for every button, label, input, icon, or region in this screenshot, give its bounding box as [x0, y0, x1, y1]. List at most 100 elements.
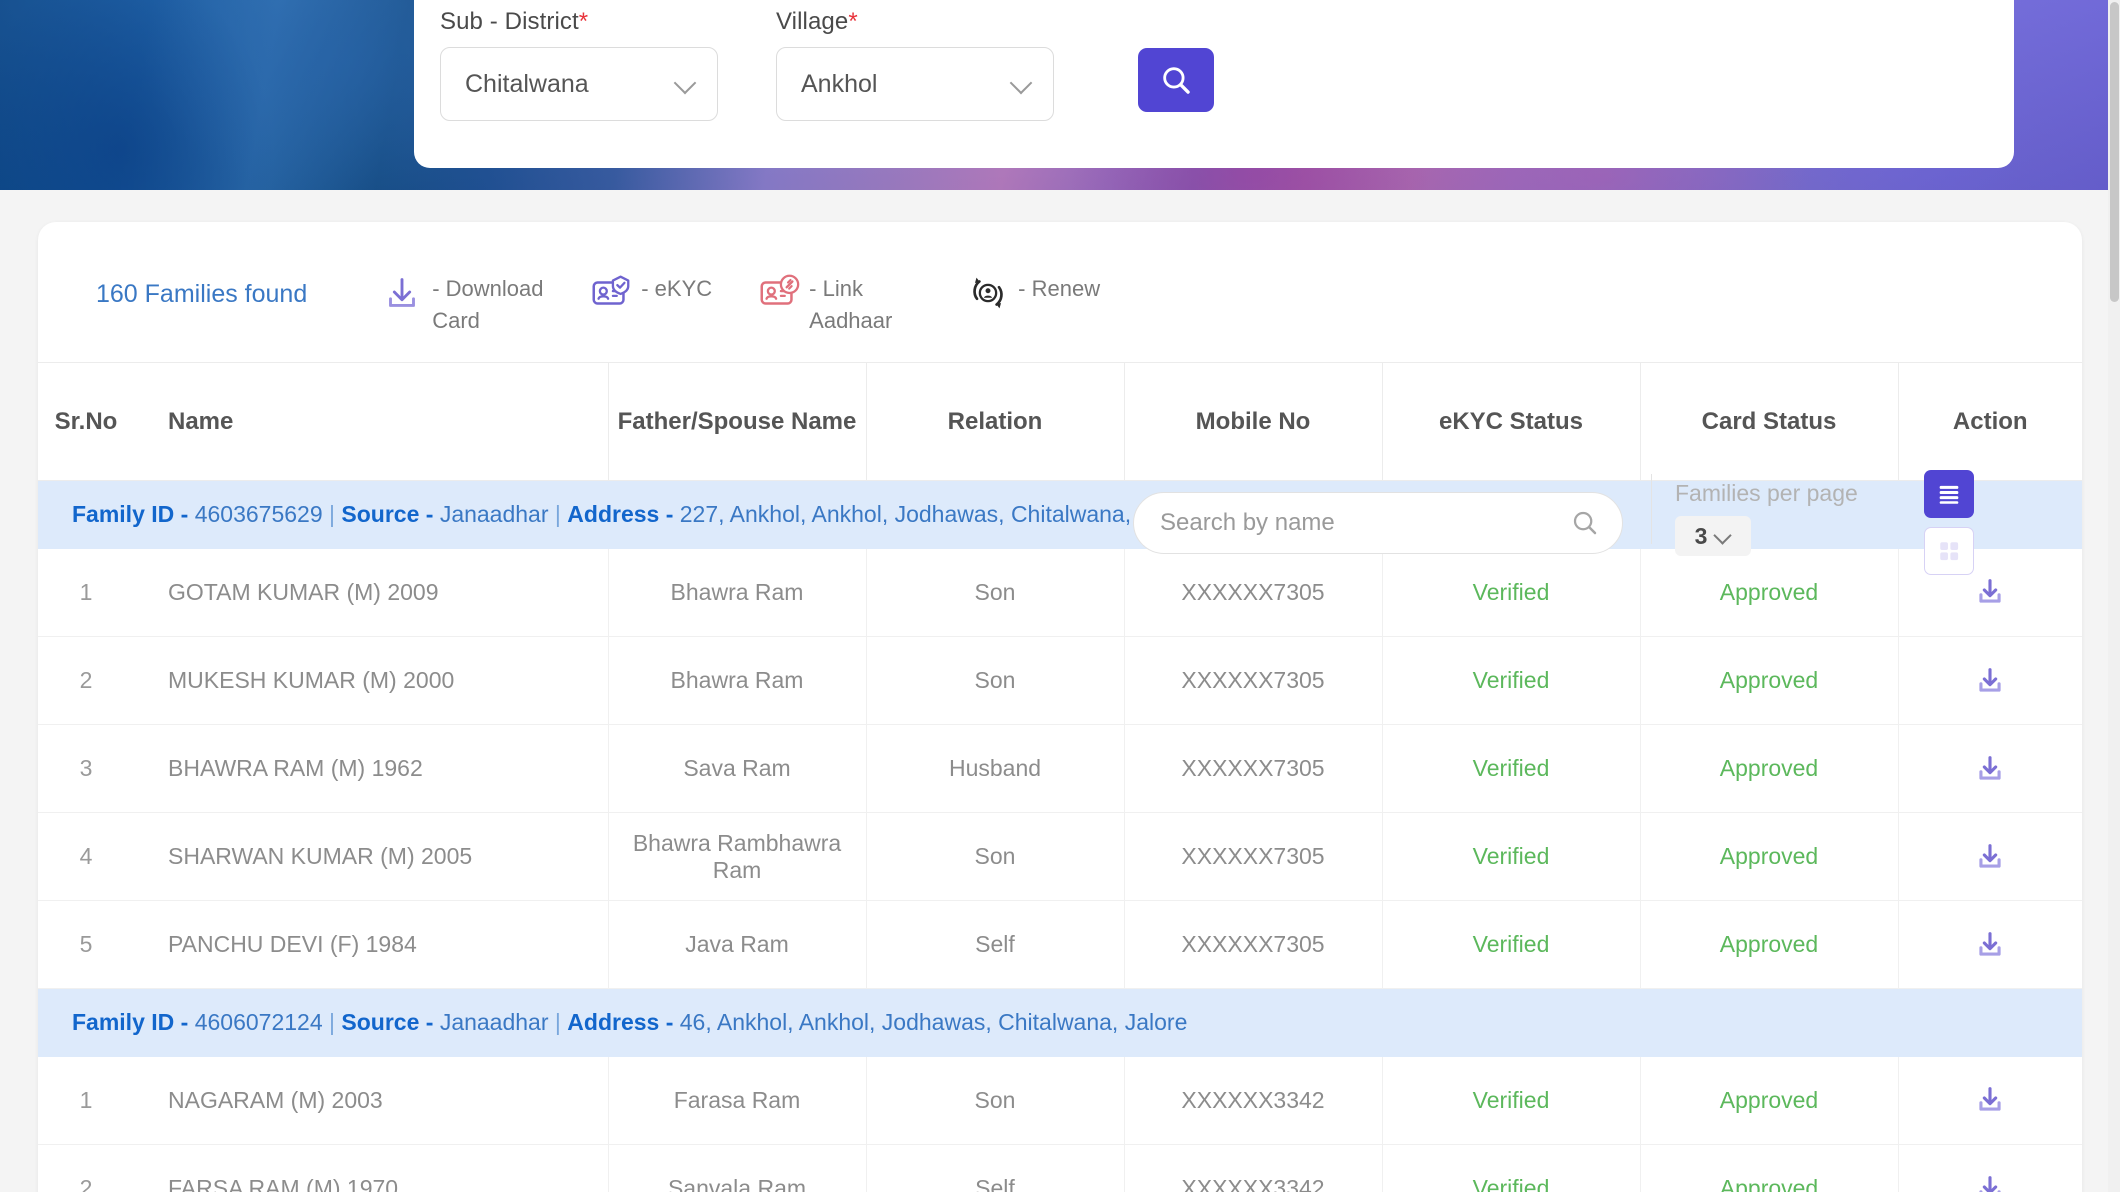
cell-srno: 1 — [38, 1056, 134, 1145]
action-legend: - Download Card - eKYC - Link Aadhaar - … — [379, 270, 1100, 337]
address-value: 227, Ankhol, Ankhol, Jodhawas, Chitalwan… — [679, 501, 1201, 528]
status-badge-card: Approved — [1719, 843, 1819, 869]
sub-district-selected-value: Chitalwana — [465, 69, 589, 98]
status-badge-ekyc: Verified — [1472, 578, 1550, 605]
cell-relation: Son — [866, 1056, 1125, 1145]
table-row: 2 MUKESH KUMAR (M) 2000 Bhawra Ram Son XXXXX… — [38, 636, 2083, 725]
cell-srno: 5 — [38, 900, 134, 989]
search-by-name-box[interactable] — [1133, 492, 1623, 554]
cell-father-spouse-name: Java Ram — [608, 900, 867, 989]
address-label: Address - — [567, 501, 674, 528]
cell-ekyc-status: Verified — [1382, 724, 1641, 813]
cell-name: PANCHU DEVI (F) 1984 — [134, 900, 609, 989]
families-per-page-select[interactable]: 3 — [1675, 516, 1751, 556]
sub-district-field-group: Sub - District* Chitalwana — [440, 8, 718, 121]
cell-father-spouse-name: Farasa Ram — [608, 1056, 867, 1145]
sub-district-required-asterisk: * — [578, 8, 589, 35]
source-value: Janaadhar — [439, 501, 549, 528]
download-card-button[interactable] — [1899, 1083, 2083, 1117]
cell-mobile-no: XXXXXX3342 — [1124, 1056, 1383, 1145]
cell-card-status: Approved — [1640, 1056, 1899, 1145]
download-icon — [1979, 667, 2001, 692]
village-select[interactable]: Ankhol — [776, 47, 1054, 121]
page-scrollbar-track[interactable] — [2108, 0, 2120, 1192]
download-card-button[interactable] — [1899, 840, 2083, 874]
cell-action — [1898, 636, 2083, 725]
cell-father-spouse-name: Bhawra Ram — [608, 548, 867, 637]
status-badge-ekyc: Verified — [1472, 667, 1550, 693]
families-per-page-label: Families per page — [1675, 480, 1858, 506]
cell-relation: Self — [866, 1144, 1125, 1192]
grid-view-toggle[interactable] — [1924, 527, 1974, 575]
list-view-toggle[interactable] — [1924, 470, 1974, 518]
download-card-button[interactable] — [1899, 1172, 2083, 1192]
cell-card-status: Approved — [1640, 724, 1899, 813]
page-scrollbar-thumb[interactable] — [2110, 2, 2119, 302]
column-header-name: Name — [134, 362, 609, 481]
column-header-srno: Sr.No — [38, 362, 134, 481]
sub-district-select[interactable]: Chitalwana — [440, 47, 718, 121]
cell-mobile-no: XXXXXX7305 — [1124, 812, 1383, 901]
status-badge-ekyc: Verified — [1472, 931, 1550, 957]
family-header-cell: Family ID - 4606072124 | Source - Janaad… — [38, 988, 2082, 1057]
link-aadhaar-icon — [760, 274, 800, 305]
cell-father-spouse-name: Sava Ram — [608, 724, 867, 813]
cell-mobile-no: XXXXXX7305 — [1124, 636, 1383, 725]
list-view-icon — [1939, 485, 1959, 504]
legend-ekyc-label: - eKYC — [641, 276, 713, 301]
download-icon — [1979, 579, 2001, 603]
search-icon — [1163, 67, 1190, 94]
cell-father-spouse-name: Sanvala Ram — [608, 1144, 867, 1192]
cell-name: MUKESH KUMAR (M) 2000 — [134, 636, 609, 725]
legend-link-aadhaar-label: - Link Aadhaar — [809, 276, 893, 333]
column-header-father-spouse-name: Father/Spouse Name — [608, 362, 867, 481]
status-badge-card: Approved — [1719, 1175, 1819, 1192]
address-label: Address - — [567, 1009, 674, 1036]
download-icon — [1979, 931, 2001, 956]
cell-card-status: Approved — [1640, 1144, 1899, 1192]
cell-mobile-no: XXXXXX7305 — [1124, 900, 1383, 989]
cell-action — [1898, 724, 2083, 813]
cell-mobile-no: XXXXXX7305 — [1124, 724, 1383, 813]
renew-icon — [973, 277, 1003, 309]
cell-name: NAGARAM (M) 2003 — [134, 1056, 609, 1145]
cell-srno: 2 — [38, 636, 134, 725]
cell-name: GOTAM KUMAR (M) 2009 — [134, 548, 609, 637]
download-icon — [1979, 843, 2001, 868]
families-per-page-value: 3 — [1694, 522, 1708, 549]
download-card-icon — [389, 278, 416, 307]
view-mode-toggles — [1924, 470, 1974, 575]
search-submit-button[interactable] — [1138, 48, 1214, 112]
family-id-label: Family ID - — [72, 1009, 189, 1036]
chevron-down-icon — [1011, 73, 1033, 95]
legend-download-card: - Download Card — [379, 270, 544, 337]
legend-ekyc: - eKYC — [588, 270, 712, 316]
cell-name: FARSA RAM (M) 1970 — [134, 1144, 609, 1192]
cell-ekyc-status: Verified — [1382, 636, 1641, 725]
cell-father-spouse-name: Bhawra Rambhawra Ram — [608, 812, 867, 901]
table-row: 1 GOTAM KUMAR (M) 2009 Bhawra Ram Son XXXXXX… — [38, 548, 2083, 637]
cell-name: SHARWAN KUMAR (M) 2005 — [134, 812, 609, 901]
page-root: Sub - District* Chitalwana Village* Ankh… — [0, 0, 2120, 1192]
cell-relation: Husband — [866, 724, 1125, 813]
column-header-card-status: Card Status — [1640, 362, 1899, 481]
status-badge-card: Approved — [1719, 578, 1819, 605]
search-by-name-wrap — [1133, 492, 1623, 554]
families-result-card: 160 Families found - Download Card - eKY… — [38, 222, 2082, 1192]
ekyc-card-icon — [592, 275, 630, 305]
status-badge-card: Approved — [1719, 755, 1819, 781]
search-by-name-input[interactable] — [1160, 509, 1570, 537]
cell-ekyc-status: Verified — [1382, 812, 1641, 901]
source-value: Janaadhar — [439, 1009, 549, 1036]
table-body: Family ID - 4603675629 | Source - Janaad… — [38, 480, 2083, 1192]
download-card-button[interactable] — [1899, 752, 2083, 786]
cell-mobile-no: XXXXXX7305 — [1124, 548, 1383, 637]
cell-ekyc-status: Verified — [1382, 1056, 1641, 1145]
download-card-button[interactable] — [1899, 664, 2083, 698]
status-badge-ekyc: Verified — [1472, 843, 1550, 869]
cell-mobile-no: XXXXXX3342 — [1124, 1144, 1383, 1192]
cell-srno: 1 — [38, 548, 134, 637]
status-badge-card: Approved — [1719, 667, 1819, 693]
download-card-button[interactable] — [1899, 928, 2083, 962]
download-card-button[interactable] — [1899, 575, 2083, 609]
